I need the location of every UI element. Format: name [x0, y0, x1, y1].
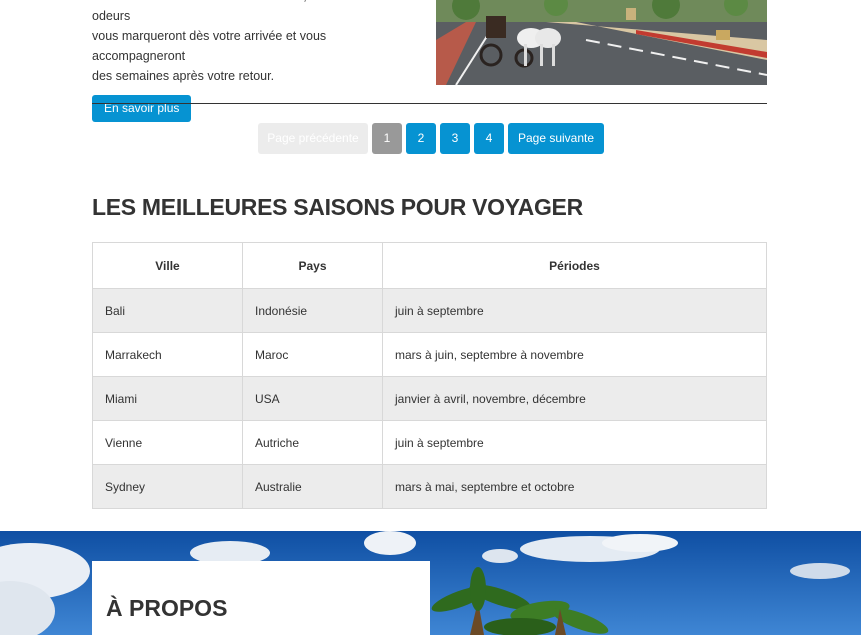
next-page-button[interactable]: Page suivante	[508, 123, 604, 154]
table-header-row: Ville Pays Périodes	[92, 242, 767, 289]
page-1-button[interactable]: 1	[372, 123, 402, 154]
period-cell: janvier à avril, novembre, décembre	[382, 376, 767, 421]
page-3-button[interactable]: 3	[440, 123, 470, 154]
country-cell: Indonésie	[242, 288, 383, 333]
page: stimulera tous vos sens : ses couleurs, …	[0, 0, 861, 635]
column-header-periods: Périodes	[382, 242, 767, 289]
column-header-city: Ville	[92, 242, 243, 289]
column-header-country: Pays	[242, 242, 383, 289]
about-card: À PROPOS	[92, 561, 430, 635]
table-row: Sydney Australie mars à mai, septembre e…	[92, 464, 767, 509]
read-more-button[interactable]: En savoir plus	[92, 95, 192, 122]
page-2-button[interactable]: 2	[406, 123, 436, 154]
city-cell: Bali	[92, 288, 243, 333]
table-row: Vienne Autriche juin à septembre	[92, 420, 767, 465]
period-cell: juin à septembre	[382, 420, 767, 465]
table-row: Miami USA janvier à avril, novembre, déc…	[92, 376, 767, 421]
horse-carriage-street-image	[436, 0, 767, 85]
section-title: LES MEILLEURES SAISONS POUR VOYAGER	[92, 194, 583, 220]
seasons-table: Ville Pays Périodes Bali Indonésie juin …	[92, 242, 767, 509]
article-text-line: vous marqueront dès votre arrivée et vou…	[92, 29, 327, 63]
pagination: Page précédente 1 2 3 4 Page suivante	[258, 123, 604, 154]
period-cell: mars à mai, septembre et octobre	[382, 464, 767, 509]
article-text-line: stimulera tous vos sens : ses couleurs, …	[92, 0, 414, 23]
city-cell: Sydney	[92, 464, 243, 509]
previous-page-button: Page précédente	[258, 123, 368, 154]
article-photo	[436, 0, 767, 85]
country-cell: Autriche	[242, 420, 383, 465]
period-cell: mars à juin, septembre à novembre	[382, 332, 767, 377]
city-cell: Vienne	[92, 420, 243, 465]
country-cell: USA	[242, 376, 383, 421]
country-cell: Maroc	[242, 332, 383, 377]
page-4-button[interactable]: 4	[474, 123, 504, 154]
article-text-line: des semaines après votre retour.	[92, 69, 275, 83]
about-title: À PROPOS	[106, 595, 228, 621]
section-divider	[92, 103, 767, 104]
city-cell: Marrakech	[92, 332, 243, 377]
table-row: Marrakech Maroc mars à juin, septembre à…	[92, 332, 767, 377]
article-text: stimulera tous vos sens : ses couleurs, …	[92, 0, 422, 86]
table-row: Bali Indonésie juin à septembre	[92, 288, 767, 333]
period-cell: juin à septembre	[382, 288, 767, 333]
city-cell: Miami	[92, 376, 243, 421]
country-cell: Australie	[242, 464, 383, 509]
